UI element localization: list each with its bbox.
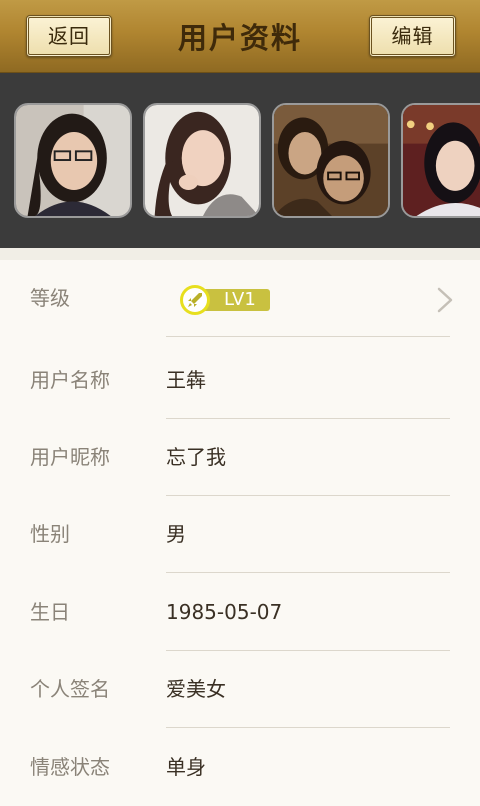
row-divider: [166, 336, 450, 337]
photo-strip[interactable]: [0, 73, 480, 248]
user-photo-2[interactable]: [143, 103, 261, 218]
page-title: 用户资料: [177, 21, 302, 55]
birthday-label: 生日: [30, 600, 70, 624]
row-divider: [166, 727, 450, 728]
signature-label: 个人签名: [30, 677, 110, 701]
signature-value: 爱美女: [166, 677, 226, 701]
level-value: LV1: [224, 289, 256, 310]
header-bar: 返回 用户资料 编辑: [0, 0, 480, 73]
rocket-icon: [180, 285, 210, 315]
section-gap: [0, 248, 480, 260]
username-row: 用户名称 王犇: [0, 342, 480, 419]
username-label: 用户名称: [30, 368, 110, 392]
gender-value: 男: [166, 522, 186, 546]
row-divider: [166, 572, 450, 573]
edit-button[interactable]: 编辑: [369, 15, 456, 57]
relationship-row: 情感状态 单身: [0, 729, 480, 806]
birthday-value: 1985-05-07: [166, 600, 283, 624]
back-button[interactable]: 返回: [26, 15, 112, 57]
nickname-label: 用户昵称: [30, 445, 110, 469]
birthday-row: 生日 1985-05-07: [0, 574, 480, 651]
username-value: 王犇: [166, 368, 206, 392]
level-badge: LV1: [180, 285, 272, 315]
gender-row: 性别 男: [0, 496, 480, 573]
chevron-right-icon[interactable]: [433, 287, 457, 313]
nickname-value: 忘了我: [166, 445, 226, 469]
relationship-label: 情感状态: [30, 755, 110, 779]
signature-row: 个人签名 爱美女: [0, 651, 480, 728]
user-photo-4[interactable]: [401, 103, 480, 218]
user-photo-1[interactable]: [14, 103, 132, 218]
level-label: 等级: [30, 286, 70, 310]
nickname-row: 用户昵称 忘了我: [0, 419, 480, 496]
gender-label: 性别: [30, 522, 70, 546]
relationship-value: 单身: [166, 755, 206, 779]
user-photo-3[interactable]: [272, 103, 390, 218]
